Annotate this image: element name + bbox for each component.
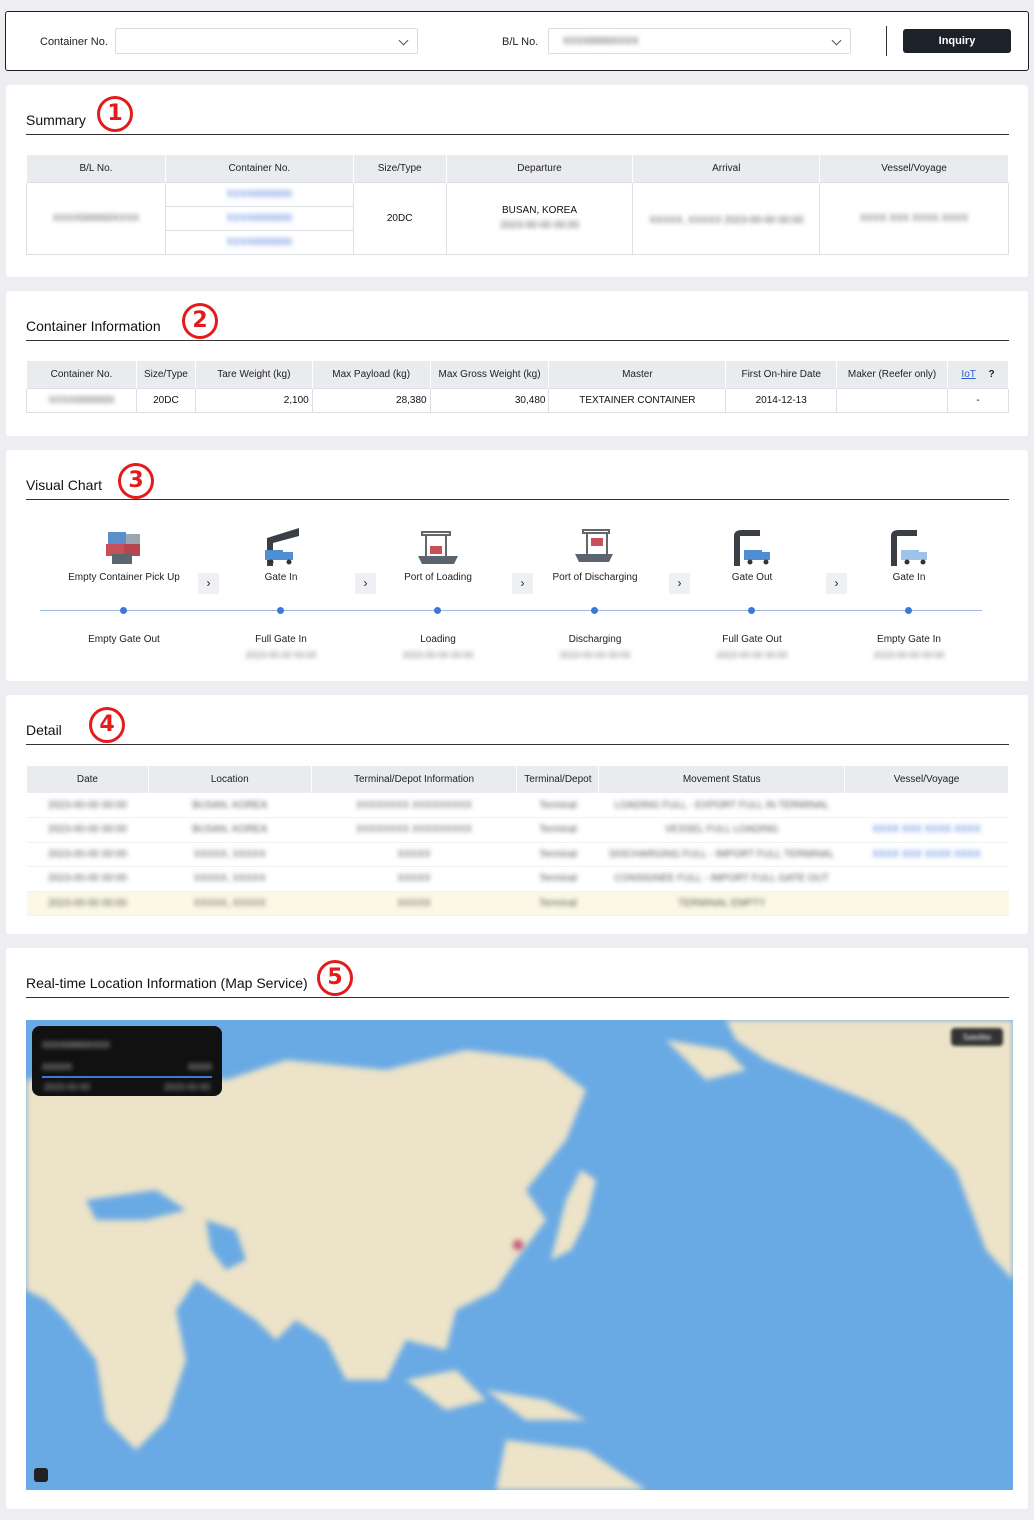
gate-truck-icon (265, 528, 299, 566)
timeline-dot (748, 607, 755, 614)
container-no-label: Container No. (40, 36, 108, 48)
map-type-button[interactable]: Satellite (951, 1028, 1003, 1046)
gate-truck-icon (734, 530, 770, 566)
chevron-down-icon (398, 35, 409, 46)
bl-no-value: XXXX000000XXXX (52, 212, 140, 224)
table-row: 2023-00-00 00:00 BUSAN, KOREA XXXXXXXX XXX… (26, 817, 1009, 843)
card-destination: XXXX (187, 1062, 212, 1072)
bl-no-label: B/L No. (502, 36, 539, 48)
chevron-down-icon (831, 35, 842, 46)
container-link[interactable]: XXXX0000000 (226, 213, 292, 224)
next-arrow-button[interactable]: › (826, 573, 847, 594)
timeline-event: Empty Gate Out (88, 634, 160, 645)
summary-panel: Summary 1 B/L No. Container No. Size/Typ… (6, 85, 1028, 277)
world-map[interactable]: XXXX0000XXXX XXXXX XXXX 2023-00-00 2023-… (26, 1020, 1013, 1490)
timeline-dot (277, 607, 284, 614)
iot-link[interactable]: IoT (961, 369, 975, 380)
stacked-containers-icon (106, 532, 140, 564)
number-badge: 3 (118, 463, 154, 499)
location-info-card: XXXX0000XXXX XXXXX XXXX 2023-00-00 2023-… (32, 1026, 222, 1096)
container-link[interactable]: XXXX0000000 (226, 189, 292, 200)
container-info-table: Container No. Size/Type Tare Weight (kg)… (26, 361, 1009, 413)
number-badge: 1 (97, 96, 133, 132)
crane-ship-icon (418, 531, 458, 564)
section-title: Real-time Location Information (Map Serv… (26, 975, 308, 991)
map-panel: Real-time Location Information (Map Serv… (6, 948, 1028, 1509)
section-title: Container Information (26, 318, 161, 334)
stage-gate-out: Gate Out (677, 526, 827, 583)
stage-port-discharging: Port of Discharging (520, 526, 670, 583)
next-arrow-button[interactable]: › (198, 573, 219, 594)
section-title: Summary (26, 112, 86, 128)
number-badge: 4 (89, 707, 125, 743)
route-progress (42, 1076, 212, 1078)
stage-empty-pickup: Empty Container Pick Up (49, 526, 199, 583)
section-title: Detail (26, 722, 62, 738)
timeline-event: Discharging 2023-00-00 00:00 (559, 634, 631, 660)
table-row-highlighted: 2023-00-00 00:00 XXXXX, XXXXX XXXXX Termina… (26, 891, 1009, 916)
vessel-voyage-value: XXXX XXX XXXX XXXX (859, 212, 969, 224)
container-info-panel: Container Information 2 Container No. Si… (6, 291, 1028, 436)
card-date-start: 2023-00-00 (44, 1082, 91, 1092)
timeline-dot (120, 607, 127, 614)
stage-port-loading: Port of Loading (363, 526, 513, 583)
number-badge: 5 (317, 960, 353, 996)
next-arrow-button[interactable]: › (512, 573, 533, 594)
timeline-dot (434, 607, 441, 614)
departure-date: 2023-00-00 00:00 (500, 220, 579, 231)
bl-no-select[interactable]: XXXX0000XXXX (548, 28, 851, 54)
gate-truck-icon (891, 530, 927, 566)
table-row: 2023-00-00 00:00 BUSAN, KOREA XXXXXXXX XXX… (26, 793, 1009, 818)
next-arrow-button[interactable]: › (669, 573, 690, 594)
section-title: Visual Chart (26, 477, 103, 493)
stage-gate-in: Gate In (206, 526, 356, 583)
vessel-link[interactable]: XXXX XXX XXXX XXXX (872, 824, 980, 835)
vessel-link[interactable]: XXXX XXX XXXX XXXX (872, 849, 980, 860)
card-title: XXXX0000XXXX (42, 1040, 111, 1050)
search-bar: Container No. B/L No. XXXX0000XXXX Inqui… (5, 11, 1029, 71)
timeline-event: Loading 2023-00-00 00:00 (402, 634, 474, 660)
table-row: 2023-00-00 00:00 XXXXX, XXXXX XXXXX Termina… (26, 842, 1009, 867)
divider (886, 26, 887, 56)
container-link[interactable]: XXXX0000000 (226, 237, 292, 248)
help-icon[interactable]: ? (988, 369, 994, 380)
next-arrow-button[interactable]: › (355, 573, 376, 594)
departure-place: BUSAN, KOREA (501, 205, 578, 216)
inquiry-button[interactable]: Inquiry (903, 29, 1011, 53)
arrival-date: 2023-00-00 00:00 (724, 214, 804, 226)
number-badge: 2 (182, 303, 218, 339)
card-origin: XXXXX (42, 1062, 73, 1072)
map-control-icon[interactable] (34, 1468, 48, 1482)
timeline-line (40, 610, 982, 611)
detail-panel: Detail 4 Date Location Terminal/Depot In… (6, 695, 1028, 934)
size-type-value: 20DC (352, 181, 447, 255)
card-date-end: 2023-00-00 (163, 1082, 210, 1092)
arrival-place: XXXXX, XXXXX (649, 214, 722, 226)
timeline-dot (591, 607, 598, 614)
timeline-dot (905, 607, 912, 614)
container-no-select[interactable] (115, 28, 418, 54)
crane-ship-icon (575, 529, 613, 562)
timeline-event: Full Gate Out 2023-00-00 00:00 (716, 634, 788, 660)
detail-table: Date Location Terminal/Depot Information… (26, 766, 1009, 916)
table-row: 2023-00-00 00:00 XXXXX, XXXXX XXXXX Termina… (26, 866, 1009, 892)
stage-gate-in-final: Gate In (834, 526, 984, 583)
summary-table: B/L No. Container No. Size/Type Departur… (26, 155, 1009, 255)
timeline-event: Empty Gate In 2023-00-00 00:00 (873, 634, 945, 660)
timeline-event: Full Gate In 2023-00-00 00:00 (245, 634, 317, 660)
